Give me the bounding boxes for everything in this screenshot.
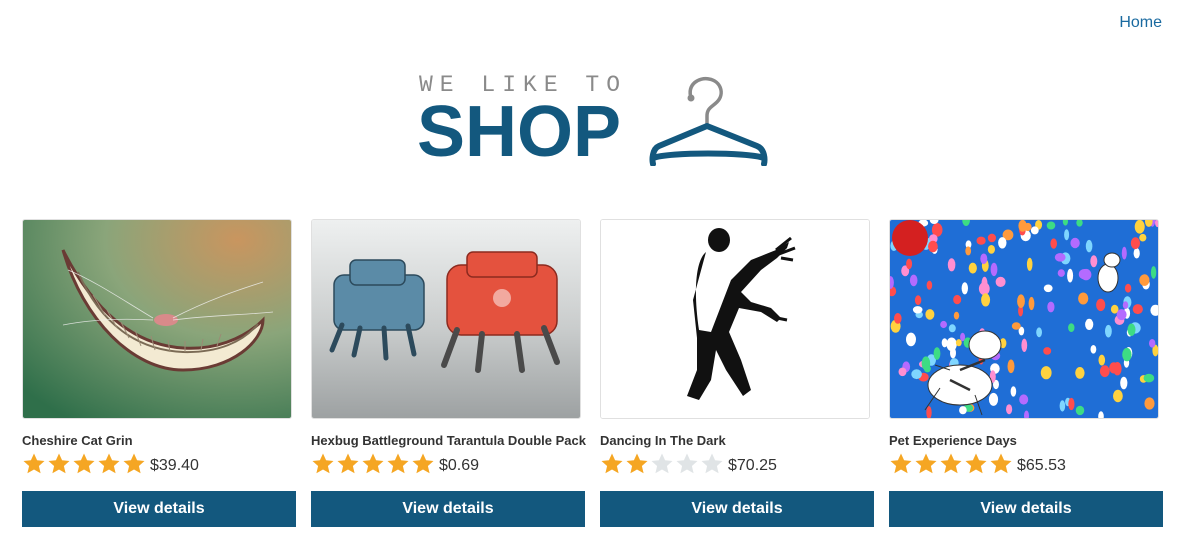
star-filled-icon xyxy=(915,453,937,474)
view-details-button[interactable]: View details xyxy=(22,491,296,527)
star-empty-icon xyxy=(676,453,698,474)
cheshire-cat-grin-image[interactable] xyxy=(22,219,292,419)
star-filled-icon xyxy=(98,453,120,474)
star-filled-icon xyxy=(412,453,434,474)
product-rating: $70.25 xyxy=(600,452,874,476)
star-filled-icon xyxy=(337,453,359,474)
hanger-icon xyxy=(649,76,768,166)
star-filled-icon xyxy=(23,453,45,474)
dancing-silhouette-image[interactable] xyxy=(600,219,870,419)
product-card: Pet Experience Days $65.53 View details xyxy=(889,219,1163,527)
star-empty-icon xyxy=(651,453,673,474)
product-price: $0.69 xyxy=(439,457,480,474)
star-filled-icon xyxy=(990,453,1012,474)
product-name[interactable]: Cheshire Cat Grin xyxy=(22,433,296,448)
star-rating xyxy=(311,452,436,476)
home-link[interactable]: Home xyxy=(1119,14,1162,31)
product-price: $70.25 xyxy=(728,457,777,474)
view-details-button[interactable]: View details xyxy=(600,491,874,527)
product-name[interactable]: Pet Experience Days xyxy=(889,433,1163,448)
product-rating: $39.40 xyxy=(22,452,296,476)
view-details-button[interactable]: View details xyxy=(311,491,585,527)
star-filled-icon xyxy=(312,453,334,474)
top-nav: Home xyxy=(1119,14,1162,32)
star-rating xyxy=(600,452,725,476)
star-filled-icon xyxy=(965,453,987,474)
view-details-button[interactable]: View details xyxy=(889,491,1163,527)
product-rating: $0.69 xyxy=(311,452,585,476)
star-rating xyxy=(889,452,1014,476)
shop-logo: WE LIKE TO SHOP xyxy=(417,72,777,172)
product-card: Cheshire Cat Grin $39.40 View details xyxy=(22,219,296,527)
product-rating: $65.53 xyxy=(889,452,1163,476)
star-filled-icon xyxy=(73,453,95,474)
product-price: $39.40 xyxy=(150,457,199,474)
hexbug-tarantula-robots-image[interactable] xyxy=(311,219,581,419)
star-filled-icon xyxy=(626,453,648,474)
star-filled-icon xyxy=(940,453,962,474)
star-filled-icon xyxy=(601,453,623,474)
star-filled-icon xyxy=(48,453,70,474)
product-name[interactable]: Hexbug Battleground Tarantula Double Pac… xyxy=(311,433,586,448)
star-filled-icon xyxy=(362,453,384,474)
star-filled-icon xyxy=(890,453,912,474)
star-filled-icon xyxy=(123,453,145,474)
product-name[interactable]: Dancing In The Dark xyxy=(600,433,874,448)
star-filled-icon xyxy=(387,453,409,474)
product-card: Hexbug Battleground Tarantula Double Pac… xyxy=(311,219,586,527)
product-price: $65.53 xyxy=(1017,457,1066,474)
product-card: Dancing In The Dark $70.25 View details xyxy=(600,219,874,527)
star-rating xyxy=(22,452,147,476)
dogs-with-balloons-image[interactable] xyxy=(889,219,1159,419)
logo-title: SHOP xyxy=(417,92,622,172)
star-empty-icon xyxy=(701,453,723,474)
